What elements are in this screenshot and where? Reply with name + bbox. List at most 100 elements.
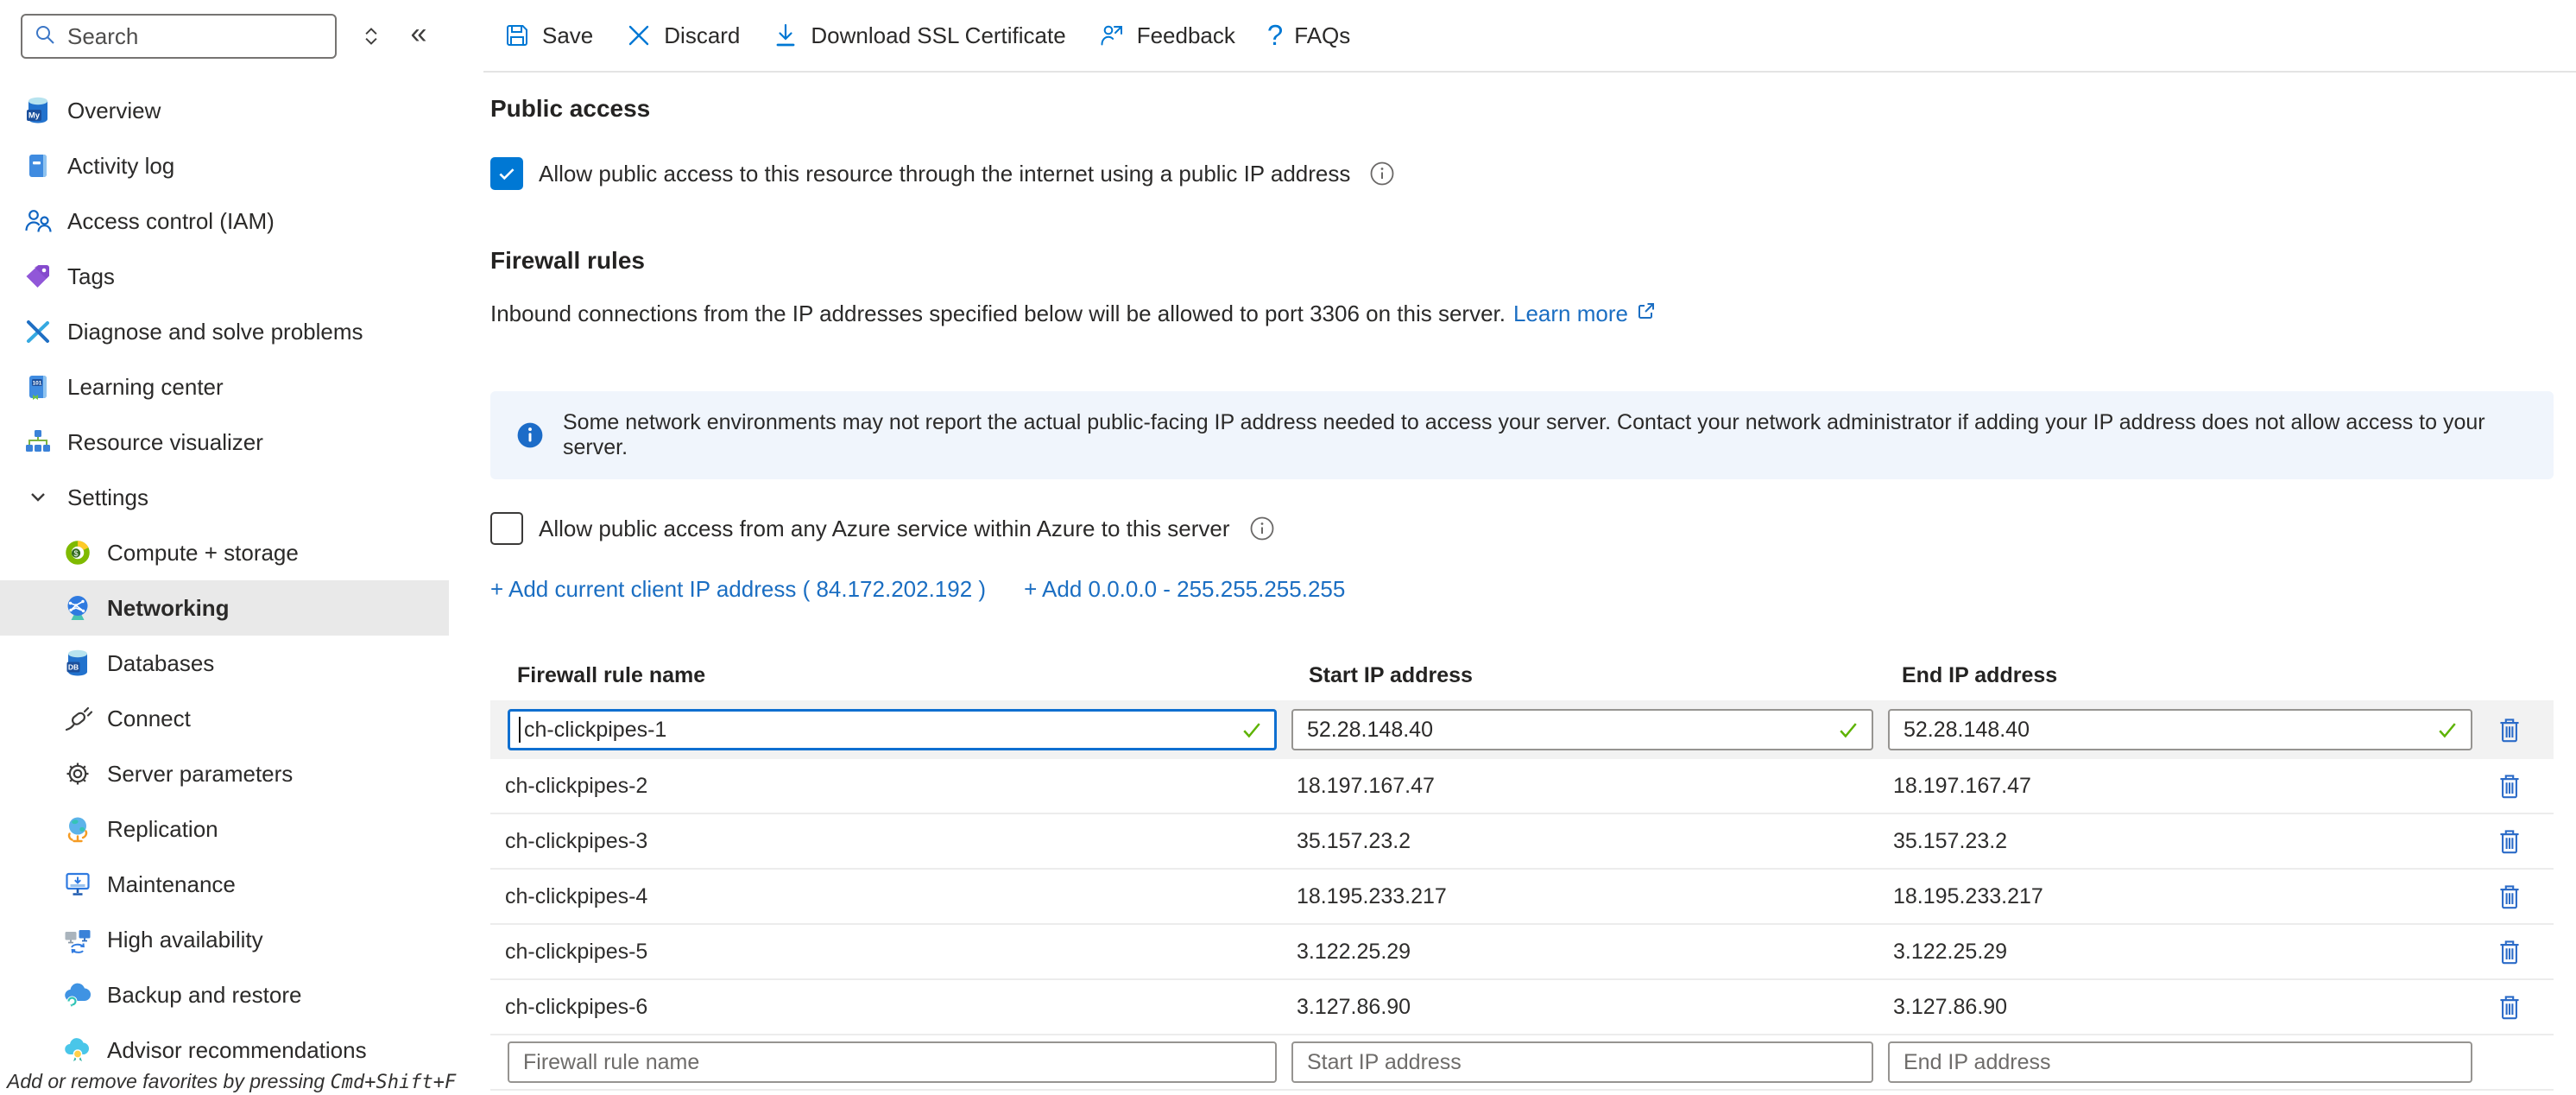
rule-name-cell: ch-clickpipes-4 [490,884,1277,909]
connect-plug-icon [62,703,93,734]
end-ip-input[interactable] [1888,709,2472,750]
rule-name-cell: ch-clickpipes-2 [490,774,1277,799]
table-header-row: Firewall rule name Start IP address End … [490,657,2554,688]
learn-more-link[interactable]: Learn more [1513,301,1628,327]
network-info-banner: Some network environments may not report… [490,391,2554,479]
download-icon [772,22,799,49]
discard-x-icon [625,22,653,49]
new-rule-name-input[interactable] [508,1041,1277,1083]
new-end-ip-input[interactable] [1888,1041,2472,1083]
sidebar-item-high-availability[interactable]: High availability [0,912,449,967]
rule-name-cell: ch-clickpipes-6 [490,995,1277,1020]
sidebar-item-backup-restore[interactable]: Backup and restore [0,967,449,1022]
firewall-rules-heading: Firewall rules [490,247,2554,275]
backup-restore-icon [62,979,93,1010]
sidebar-item-label: Connect [107,706,191,732]
faqs-button[interactable]: ? FAQs [1267,19,1350,52]
sidebar-item-activity-log[interactable]: Activity log [0,138,449,193]
end-ip-cell: 18.197.167.47 [1888,774,2472,799]
databases-icon: DB [62,648,93,679]
collapse-menu-icon[interactable]: « [404,19,433,54]
delete-rule-button[interactable] [2491,709,2529,750]
table-row: ch-clickpipes-4 18.195.233.217 18.195.23… [490,870,2554,925]
sidebar-item-label: Access control (IAM) [67,208,275,235]
discard-button[interactable]: Discard [625,22,740,49]
add-client-ip-link[interactable]: + Add current client IP address ( 84.172… [490,576,986,603]
add-all-range-link[interactable]: + Add 0.0.0.0 - 255.255.255.255 [1024,576,1345,603]
sidebar-item-label: Activity log [67,153,174,180]
firewall-description: Inbound connections from the IP addresse… [490,301,2554,327]
end-ip-cell: 3.122.25.29 [1888,940,2472,965]
azure-networking-page: « My Overview Activity log Access contro… [0,0,2576,1095]
new-start-ip-input[interactable] [1291,1041,1873,1083]
table-row: ch-clickpipes-6 3.127.86.90 3.127.86.90 [490,980,2554,1035]
server-parameters-gear-icon [62,758,93,789]
sidebar-item-label: Server parameters [107,761,293,788]
start-ip-cell: 3.127.86.90 [1291,995,1873,1020]
new-rule-row [490,1035,2554,1091]
sidebar-item-access-control[interactable]: Access control (IAM) [0,193,449,249]
sidebar-item-label: High availability [107,927,263,953]
table-row: ch-clickpipes-5 3.122.25.29 3.122.25.29 [490,925,2554,980]
resource-visualizer-icon [22,427,54,458]
sidebar-item-networking[interactable]: Networking [0,580,449,636]
favorites-hint: Add or remove favorites by pressing Cmd+… [7,1070,456,1093]
sidebar-item-overview[interactable]: My Overview [0,83,449,138]
start-ip-input[interactable] [1291,709,1873,750]
sidebar-item-label: Diagnose and solve problems [67,319,363,345]
search-box[interactable] [21,14,337,59]
sidebar-item-replication[interactable]: Replication [0,801,449,857]
sidebar-item-label: Networking [107,595,230,622]
allow-public-access-label: Allow public access to this resource thr… [539,161,1350,187]
delete-rule-button[interactable] [2491,765,2529,807]
sidebar-item-resource-visualizer[interactable]: Resource visualizer [0,415,449,470]
info-filled-icon [516,421,544,449]
allow-azure-services-checkbox[interactable] [490,512,523,545]
start-ip-cell: 3.122.25.29 [1291,940,1873,965]
sidebar-item-label: Compute + storage [107,540,299,566]
allow-public-access-checkbox[interactable] [490,157,523,190]
networking-globe-icon [62,592,93,623]
delete-rule-button[interactable] [2491,986,2529,1028]
table-row-editing [490,700,2554,759]
sidebar-item-compute-storage[interactable]: $ Compute + storage [0,525,449,580]
expand-collapse-all-icon[interactable] [356,19,387,54]
compute-storage-icon: $ [62,537,93,568]
learning-center-icon: 101 [22,371,54,402]
chevron-down-icon [22,482,54,513]
sidebar-item-label: Databases [107,650,214,677]
info-icon[interactable] [1249,516,1275,541]
delete-rule-button[interactable] [2491,820,2529,862]
sidebar-item-diagnose[interactable]: Diagnose and solve problems [0,304,449,359]
feedback-button[interactable]: Feedback [1098,22,1235,49]
diagnose-icon [22,316,54,347]
table-row: ch-clickpipes-2 18.197.167.47 18.197.167… [490,759,2554,814]
maintenance-icon [62,869,93,900]
info-icon[interactable] [1369,161,1395,187]
allow-azure-services-label: Allow public access from any Azure servi… [539,516,1230,542]
sidebar-item-learning-center[interactable]: 101 Learning center [0,359,449,415]
sidebar-item-label: Resource visualizer [67,429,263,456]
sidebar-group-label: Settings [67,484,148,511]
rule-name-input[interactable] [508,709,1277,750]
search-input[interactable] [67,23,325,50]
sidebar-item-tags[interactable]: Tags [0,249,449,304]
column-header-start-ip: Start IP address [1291,663,1873,688]
networking-pane: Save Discard Download SSL Certificate Fe… [483,0,2576,1095]
external-link-icon [1636,301,1657,327]
end-ip-cell: 35.157.23.2 [1888,829,2472,854]
sidebar-menu: My Overview Activity log Access control … [0,83,483,1078]
column-header-end-ip: End IP address [1888,663,2472,688]
delete-rule-button[interactable] [2491,876,2529,917]
download-ssl-certificate-button[interactable]: Download SSL Certificate [772,22,1065,49]
sidebar-group-settings[interactable]: Settings [0,470,449,525]
sidebar-item-server-parameters[interactable]: Server parameters [0,746,449,801]
sidebar-item-connect[interactable]: Connect [0,691,449,746]
sidebar-item-databases[interactable]: DB Databases [0,636,449,691]
activity-log-icon [22,150,54,181]
sidebar-item-maintenance[interactable]: Maintenance [0,857,449,912]
end-ip-cell: 18.195.233.217 [1888,884,2472,909]
tags-icon [22,261,54,292]
delete-rule-button[interactable] [2491,931,2529,972]
save-button[interactable]: Save [503,22,593,49]
